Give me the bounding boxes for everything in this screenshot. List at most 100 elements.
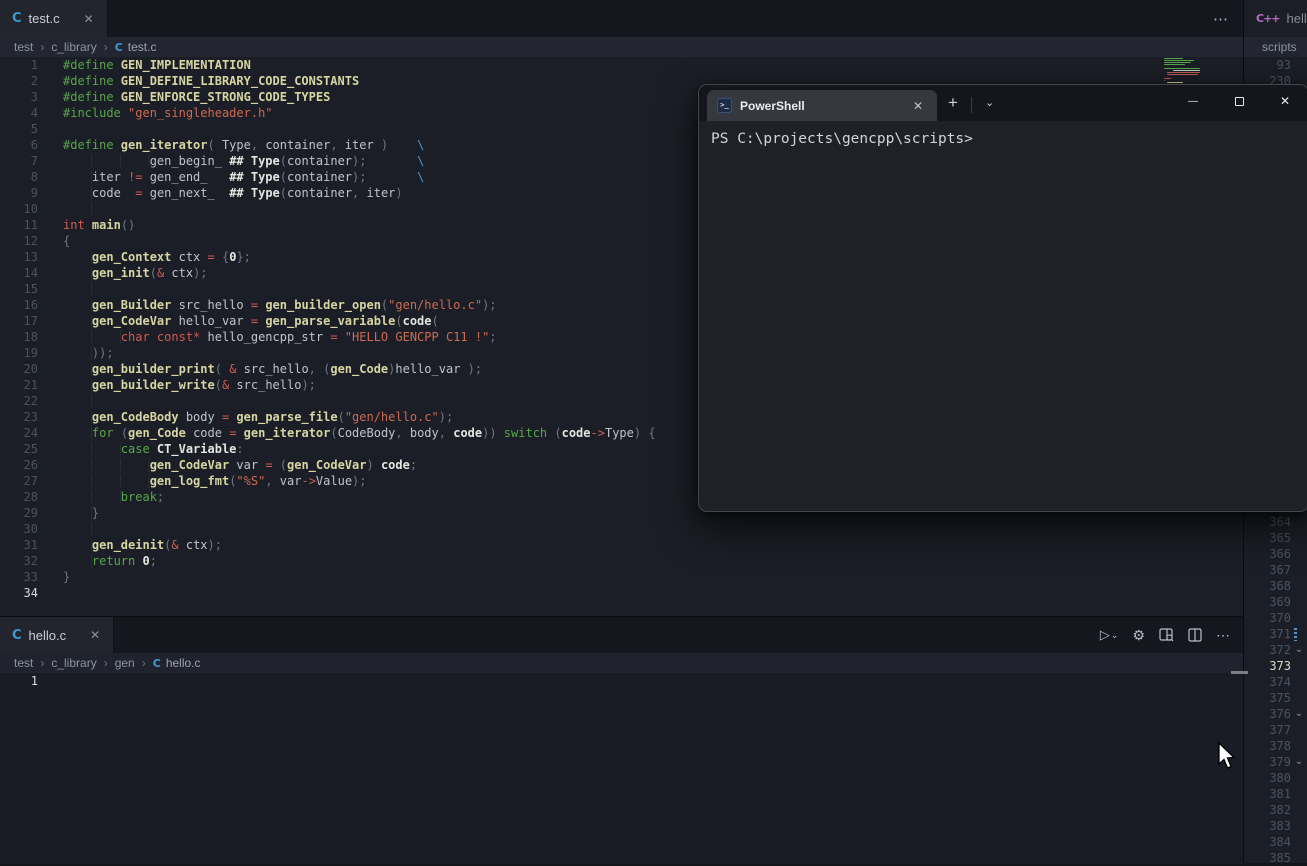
code-editor-hello-c[interactable]: 1: [0, 673, 1243, 864]
open-preview-button[interactable]: [1155, 625, 1178, 645]
code-line[interactable]: 30: [0, 521, 1243, 537]
breadcrumb-item[interactable]: c_library: [51, 40, 96, 54]
line-number: 371: [1244, 626, 1291, 642]
close-window-button[interactable]: ✕: [1262, 85, 1307, 117]
breadcrumb-separator: ›: [104, 656, 108, 670]
right-editor-gutter: 364365366367368369370371372⌄373374375376…: [1244, 514, 1307, 863]
line-number: 5: [0, 121, 38, 137]
breadcrumb-item[interactable]: test: [14, 656, 33, 670]
breadcrumb-item-file[interactable]: test.c: [128, 40, 157, 54]
line-number: 31: [0, 537, 38, 553]
terminal-tab-title: PowerShell: [740, 99, 805, 113]
new-tab-button[interactable]: +: [937, 90, 969, 121]
breadcrumb-item[interactable]: gen: [115, 656, 135, 670]
line-number: 383: [1244, 818, 1291, 834]
breadcrumb-separator: ›: [104, 40, 108, 54]
terminal-tab-powershell[interactable]: >_ PowerShell ✕: [707, 90, 937, 121]
close-terminal-tab-icon[interactable]: ✕: [909, 98, 927, 114]
line-number: 10: [0, 201, 38, 217]
line-number: 382: [1244, 802, 1291, 818]
line-number: 16: [0, 297, 38, 313]
cpp-file-icon: C++: [1256, 12, 1280, 25]
line-number: 26: [0, 457, 38, 473]
tab-test-c[interactable]: C test.c ✕: [0, 0, 108, 37]
maximize-button[interactable]: [1216, 85, 1262, 117]
line-number: 34: [0, 585, 38, 601]
scrollbar-thumb[interactable]: [1231, 671, 1248, 674]
line-number: 24: [0, 425, 38, 441]
code-line[interactable]: 1#define GEN_IMPLEMENTATION: [0, 57, 1243, 73]
line-number: 1: [0, 673, 38, 689]
line-number: 369: [1244, 594, 1291, 610]
gutter-row: 371: [1244, 626, 1307, 642]
code-line[interactable]: 32 return 0;: [0, 553, 1243, 569]
terminal-content[interactable]: PS C:\projects\gencpp\scripts>: [699, 121, 1307, 158]
line-number: 23: [0, 409, 38, 425]
more-actions-button[interactable]: ⋯: [1213, 0, 1229, 37]
breadcrumb: scripts: [1244, 37, 1307, 57]
gutter-row: 379⌄: [1244, 754, 1307, 770]
breadcrumb: test›c_library›gen›Chello.c: [0, 653, 1243, 673]
line-number: 376: [1244, 706, 1291, 722]
line-number: 18: [0, 329, 38, 345]
tab-dropdown-button[interactable]: ⌄: [974, 90, 1005, 121]
line-number: 6: [0, 137, 38, 153]
code-line[interactable]: 34: [0, 585, 1243, 601]
more-actions-button[interactable]: ⋯: [1212, 624, 1235, 647]
terminal-prompt: PS C:\projects\gencpp\scripts>: [711, 130, 1296, 149]
line-number: 4: [0, 105, 38, 121]
gutter-row: 378: [1244, 738, 1307, 754]
fold-chevron-icon[interactable]: ⌄: [1291, 642, 1307, 658]
line-number: 367: [1244, 562, 1291, 578]
breadcrumb-separator: ›: [40, 40, 44, 54]
gutter-row: 380: [1244, 770, 1307, 786]
gutter-row: 370: [1244, 610, 1307, 626]
gutter-row: 384: [1244, 834, 1307, 850]
terminal-titlebar[interactable]: >_ PowerShell ✕ + ⌄ — ✕: [699, 85, 1307, 121]
gutter-row: 368: [1244, 578, 1307, 594]
gutter-row: 375: [1244, 690, 1307, 706]
line-number: 27: [0, 473, 38, 489]
code-line[interactable]: 31 gen_deinit(& ctx);: [0, 537, 1243, 553]
tabbar-top: C test.c ✕ ⋯: [0, 0, 1243, 37]
line-number: 374: [1244, 674, 1291, 690]
settings-gear-button[interactable]: ⚙: [1128, 624, 1149, 647]
minimize-button[interactable]: —: [1170, 85, 1216, 117]
run-or-debug-button[interactable]: ▷⌄: [1096, 624, 1123, 646]
breadcrumb-item[interactable]: test: [14, 40, 33, 54]
gutter-row: 365: [1244, 530, 1307, 546]
c-file-icon: C: [12, 11, 22, 26]
tab-hello-c[interactable]: C hello.c ✕: [0, 617, 114, 653]
code-line[interactable]: 33}: [0, 569, 1243, 585]
gutter-row: 383: [1244, 818, 1307, 834]
gutter-row: 372⌄: [1244, 642, 1307, 658]
line-number: 28: [0, 489, 38, 505]
line-number: 8: [0, 169, 38, 185]
run-icon: ▷: [1100, 627, 1110, 643]
gutter-marker: [1294, 628, 1297, 641]
line-number: 364: [1244, 514, 1291, 530]
split-editor-button[interactable]: [1184, 625, 1206, 645]
fold-chevron-icon[interactable]: ⌄: [1291, 754, 1307, 770]
breadcrumb-item[interactable]: c_library: [51, 656, 96, 670]
line-number: 11: [0, 217, 38, 233]
code-line[interactable]: 1: [0, 673, 1243, 689]
line-number: 93: [1244, 57, 1291, 73]
close-tab-icon[interactable]: ✕: [87, 626, 103, 644]
tab-hello-cpp[interactable]: C++ hello: [1244, 0, 1307, 37]
line-number: 368: [1244, 578, 1291, 594]
chevron-down-icon: ⌄: [1111, 630, 1119, 641]
line-number: 378: [1244, 738, 1291, 754]
fold-chevron-icon[interactable]: ⌄: [1291, 706, 1307, 722]
breadcrumb-item-scripts[interactable]: scripts: [1262, 40, 1297, 54]
line-number: 375: [1244, 690, 1291, 706]
close-tab-icon[interactable]: ✕: [81, 10, 97, 28]
powershell-icon: >_: [717, 98, 732, 113]
tab-label: test.c: [29, 11, 60, 26]
gutter-row: 364: [1244, 514, 1307, 530]
gutter-row: 374: [1244, 674, 1307, 690]
line-number: 385: [1244, 850, 1291, 866]
breadcrumb-item-file[interactable]: hello.c: [166, 656, 201, 670]
gutter-row: 369: [1244, 594, 1307, 610]
gutter-row: 381: [1244, 786, 1307, 802]
